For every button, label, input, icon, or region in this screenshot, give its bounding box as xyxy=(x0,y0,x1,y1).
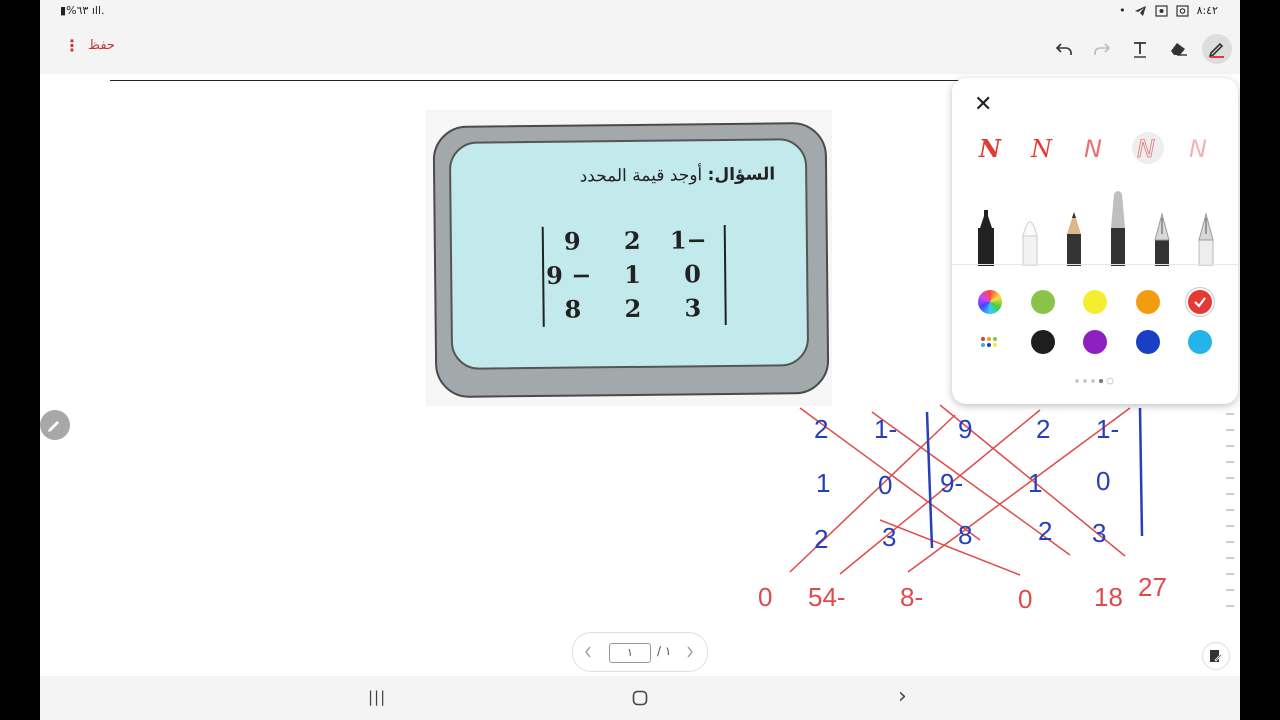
hw-digit: 2 xyxy=(814,414,828,444)
pen-type-fountain-pen[interactable] xyxy=(1150,188,1174,270)
hw-digit: 2 xyxy=(814,524,828,554)
hw-product: 18 xyxy=(1094,582,1123,612)
page-total: / ١ xyxy=(657,644,672,658)
stroke-medium-icon: N xyxy=(1030,136,1053,160)
screen: ▮%٦٣ ıll. • ٨:٤٢ ⋮ حفظ السؤال: أوجد قيمة… xyxy=(40,0,1240,720)
hw-digit: 8 xyxy=(958,520,972,550)
fine-pencil-icon xyxy=(1111,191,1125,266)
stroke-style-outline[interactable]: N xyxy=(1132,132,1164,164)
color-swatch-yellow[interactable] xyxy=(1083,290,1107,314)
stroke-style-light[interactable]: N xyxy=(1184,132,1216,164)
system-nav-bar: ||| › xyxy=(40,676,1240,720)
matrix-bar xyxy=(1138,407,1144,537)
color-swatch-cyan[interactable] xyxy=(1188,330,1212,354)
stroke-bold-icon: N xyxy=(978,136,1002,160)
palette-dots-icon xyxy=(981,337,997,347)
pencil-edit-icon xyxy=(48,421,59,432)
floating-pen-button[interactable] xyxy=(40,410,70,440)
chevron-right-icon[interactable] xyxy=(685,645,695,659)
brush-pen-icon xyxy=(1022,221,1038,267)
stroke-thin-icon: N xyxy=(1084,136,1102,160)
pen-type-brush[interactable] xyxy=(1018,188,1042,270)
hw-digit: 2 xyxy=(1038,516,1052,546)
close-icon[interactable]: ✕ xyxy=(974,92,992,117)
hw-digit: 1 xyxy=(1028,468,1042,498)
stroke-glyph: N xyxy=(1030,136,1053,160)
pen-type-fine-pencil[interactable] xyxy=(1106,188,1130,270)
hw-product: 0 xyxy=(1018,584,1032,614)
hw-product: 54- xyxy=(808,582,846,612)
stroke-style-bold[interactable]: N xyxy=(974,132,1006,164)
hw-digit: 0 xyxy=(878,470,892,500)
hw-digit: 9 xyxy=(958,414,972,444)
stroke-style-medium[interactable]: N xyxy=(1026,132,1058,164)
stroke-glyph: N xyxy=(1189,136,1207,160)
hw-digit: 0 xyxy=(1096,466,1110,496)
pencil-icon xyxy=(1067,212,1081,266)
color-swatch-purple[interactable] xyxy=(1083,330,1107,354)
checkmark-icon xyxy=(1194,297,1206,308)
stroke-outline-icon: N xyxy=(1137,136,1156,160)
hw-digit: 1- xyxy=(1096,414,1119,444)
hw-digit: 3 xyxy=(882,522,896,552)
stroke-glyph: N xyxy=(978,136,1002,160)
stroke-glyph: N xyxy=(1137,136,1155,160)
stroke-style-thin[interactable]: N xyxy=(1079,132,1111,164)
hw-digit: 1 xyxy=(816,468,830,498)
pen-type-pencil[interactable] xyxy=(1062,188,1086,270)
color-swatch-blue[interactable] xyxy=(1136,330,1160,354)
marker-pen-icon xyxy=(978,210,994,266)
matrix-bar xyxy=(925,411,934,549)
chevron-left-icon[interactable] xyxy=(583,645,593,659)
panel-divider xyxy=(952,264,1238,265)
hw-digit: 3 xyxy=(1092,518,1106,548)
color-swatch-green[interactable] xyxy=(1031,290,1055,314)
home-button[interactable] xyxy=(632,690,648,706)
color-swatch-black[interactable] xyxy=(1031,330,1055,354)
color-palette-button[interactable] xyxy=(978,330,1002,354)
hw-product: 0 xyxy=(758,582,772,612)
pen-settings-panel: ✕ N N N N N xyxy=(952,78,1238,404)
hw-product: 27 xyxy=(1138,572,1167,602)
pen-type-marker[interactable] xyxy=(974,188,998,270)
edit-note-button[interactable] xyxy=(1202,642,1230,670)
red-products: 0 54- 8- 0 18 27 xyxy=(758,572,1167,614)
fountain-pen-icon xyxy=(1154,212,1170,266)
stroke-glyph: N xyxy=(1084,136,1102,160)
hw-digit: 9- xyxy=(940,468,963,498)
calligraphy-pen-icon xyxy=(1198,212,1214,267)
page-number-input[interactable]: ١ xyxy=(609,643,651,663)
panel-page-dots xyxy=(1075,377,1114,385)
page-indicator: ١ / ١ xyxy=(572,632,708,672)
blue-numbers: 2 1- 1 0 2 3 9 2 1- 9- 1 0 8 2 3 xyxy=(814,414,1119,554)
note-edit-icon xyxy=(1210,650,1223,662)
hw-digit: 1- xyxy=(874,414,897,444)
diagonal-stroke xyxy=(879,519,1021,576)
page-scroll-ruler[interactable] xyxy=(1224,410,1236,620)
back-button[interactable]: › xyxy=(898,684,907,709)
color-swatch-red-selected[interactable] xyxy=(1188,290,1212,314)
pen-type-calligraphy-pen[interactable] xyxy=(1194,188,1218,270)
color-spectrum-picker[interactable] xyxy=(978,290,1002,314)
stroke-light-icon: N xyxy=(1189,136,1207,160)
hw-digit: 2 xyxy=(1036,414,1050,444)
color-swatch-orange[interactable] xyxy=(1136,290,1160,314)
recents-button[interactable]: ||| xyxy=(368,688,386,706)
hw-product: 8- xyxy=(900,582,923,612)
